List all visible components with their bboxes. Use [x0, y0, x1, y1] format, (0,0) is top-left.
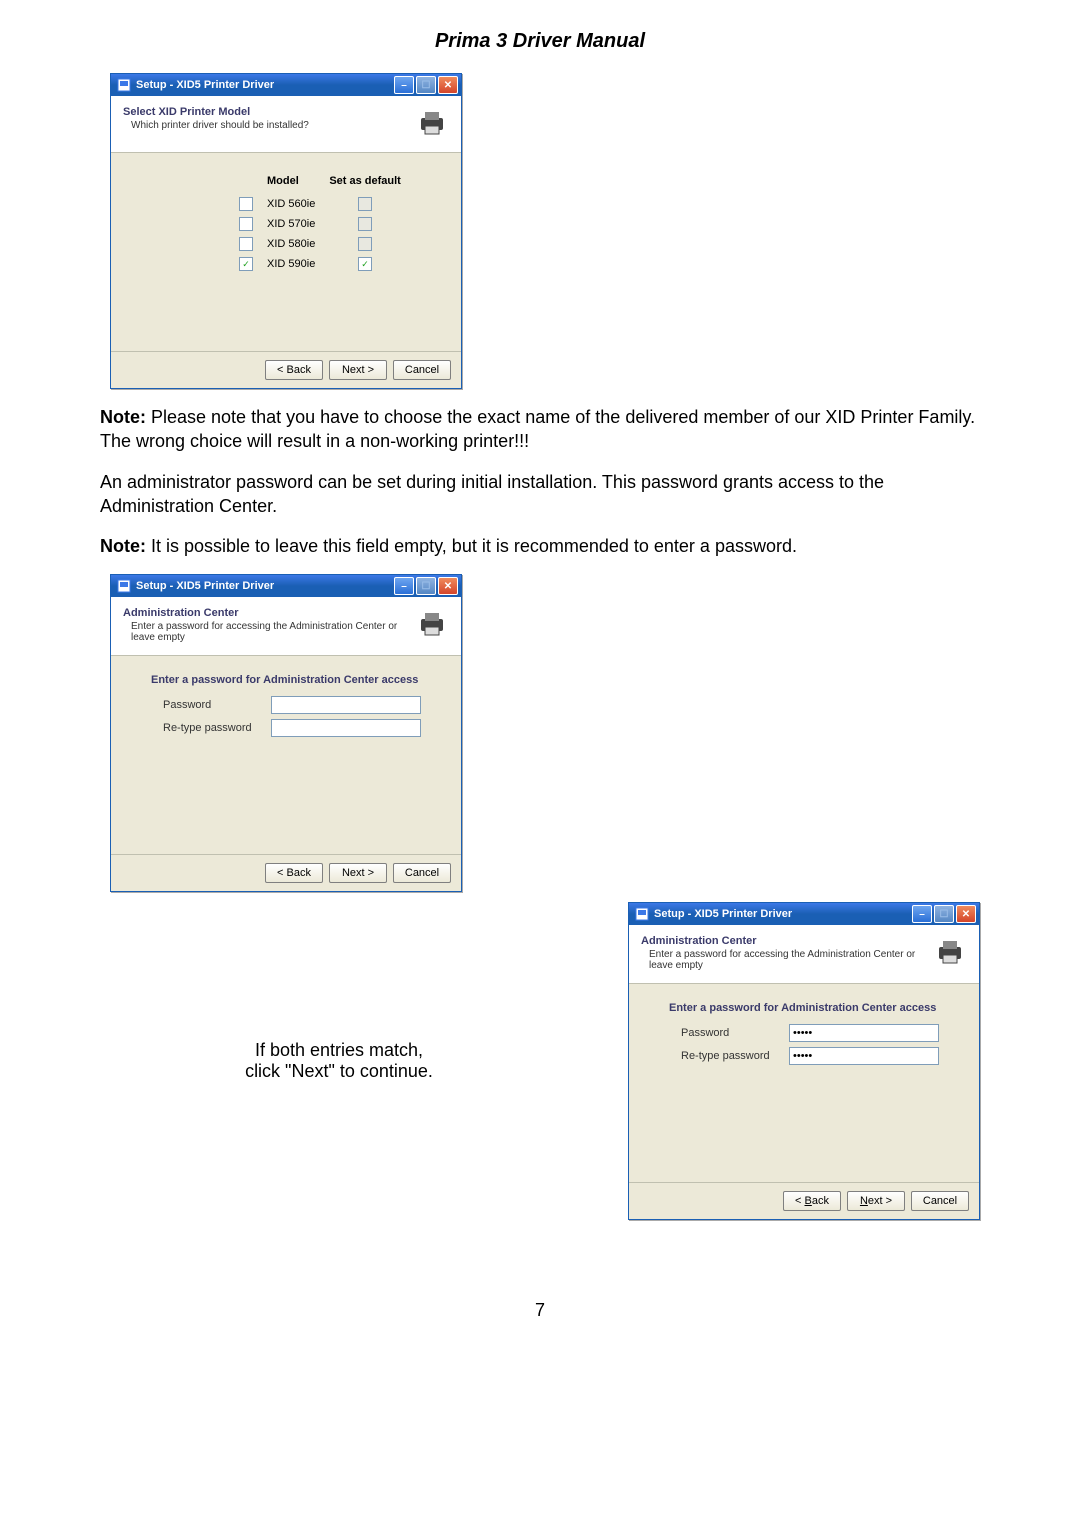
password-label: Password: [151, 699, 271, 711]
cancel-button[interactable]: Cancel: [393, 360, 451, 380]
installer-icon: [117, 579, 131, 593]
back-button[interactable]: < Back: [265, 863, 323, 883]
checkbox-default-3[interactable]: [358, 257, 372, 271]
installer-dialog-password-empty: Setup - XID5 Printer Driver – ☐ ✕ Admini…: [110, 574, 462, 892]
printer-icon: [415, 106, 449, 140]
note-paragraph-2: Note: It is possible to leave this field…: [100, 534, 980, 558]
close-button[interactable]: ✕: [438, 577, 458, 595]
close-button[interactable]: ✕: [956, 905, 976, 923]
retype-password-label: Re-type password: [151, 722, 271, 734]
minimize-button[interactable]: –: [394, 76, 414, 94]
minimize-button[interactable]: –: [912, 905, 932, 923]
window-title: Setup - XID5 Printer Driver: [136, 79, 394, 91]
caption: If both entries match, click "Next" to c…: [100, 1040, 578, 1082]
titlebar[interactable]: Setup - XID5 Printer Driver – ☐ ✕: [111, 575, 461, 597]
checkbox-model-0[interactable]: [239, 197, 253, 211]
installer-dialog-password-filled: Setup - XID5 Printer Driver – ☐ ✕ Admini…: [628, 902, 980, 1220]
next-button[interactable]: Next >: [329, 863, 387, 883]
checkbox-default-1: [358, 217, 372, 231]
checkbox-model-1[interactable]: [239, 217, 253, 231]
checkbox-model-3[interactable]: [239, 257, 253, 271]
retype-password-input[interactable]: [789, 1047, 939, 1065]
password-input[interactable]: [789, 1024, 939, 1042]
model-label: XID 570ie: [267, 215, 327, 233]
printer-icon: [933, 935, 967, 969]
page-number: 7: [100, 1300, 980, 1321]
cancel-button[interactable]: Cancel: [393, 863, 451, 883]
checkbox-model-2[interactable]: [239, 237, 253, 251]
paragraph-2: An administrator password can be set dur…: [100, 470, 980, 519]
retype-password-label: Re-type password: [669, 1050, 789, 1062]
model-label: XID 560ie: [267, 195, 327, 213]
page-title: Prima 3 Driver Manual: [100, 30, 980, 53]
next-button[interactable]: Next >: [329, 360, 387, 380]
installer-icon: [117, 78, 131, 92]
note-paragraph-1: Note: Please note that you have to choos…: [100, 405, 980, 454]
form-heading: Enter a password for Administration Cent…: [669, 1002, 939, 1014]
minimize-button[interactable]: –: [394, 577, 414, 595]
back-button[interactable]: < Back: [783, 1191, 841, 1211]
maximize-button: ☐: [416, 577, 436, 595]
column-default: Set as default: [329, 173, 413, 193]
column-model: Model: [267, 173, 327, 193]
checkbox-default-2: [358, 237, 372, 251]
dialog-subheading: Enter a password for accessing the Admin…: [641, 949, 933, 971]
close-button[interactable]: ✕: [438, 76, 458, 94]
checkbox-default-0: [358, 197, 372, 211]
form-heading: Enter a password for Administration Cent…: [151, 674, 421, 686]
back-button[interactable]: < Back: [265, 360, 323, 380]
installer-dialog-model: Setup - XID5 Printer Driver – ☐ ✕ Select…: [110, 73, 462, 389]
next-button[interactable]: Next >: [847, 1191, 905, 1211]
window-title: Setup - XID5 Printer Driver: [654, 908, 912, 920]
dialog-subheading: Which printer driver should be installed…: [123, 120, 415, 131]
window-title: Setup - XID5 Printer Driver: [136, 580, 394, 592]
maximize-button: ☐: [934, 905, 954, 923]
dialog-subheading: Enter a password for accessing the Admin…: [123, 621, 415, 643]
model-label: XID 580ie: [267, 235, 327, 253]
titlebar[interactable]: Setup - XID5 Printer Driver – ☐ ✕: [629, 903, 979, 925]
printer-icon: [415, 607, 449, 641]
password-input[interactable]: [271, 696, 421, 714]
installer-icon: [635, 907, 649, 921]
retype-password-input[interactable]: [271, 719, 421, 737]
cancel-button[interactable]: Cancel: [911, 1191, 969, 1211]
password-label: Password: [669, 1027, 789, 1039]
dialog-heading: Select XID Printer Model: [123, 106, 415, 118]
titlebar[interactable]: Setup - XID5 Printer Driver – ☐ ✕: [111, 74, 461, 96]
model-label: XID 590ie: [267, 255, 327, 273]
dialog-heading: Administration Center: [123, 607, 415, 619]
dialog-heading: Administration Center: [641, 935, 933, 947]
maximize-button: ☐: [416, 76, 436, 94]
